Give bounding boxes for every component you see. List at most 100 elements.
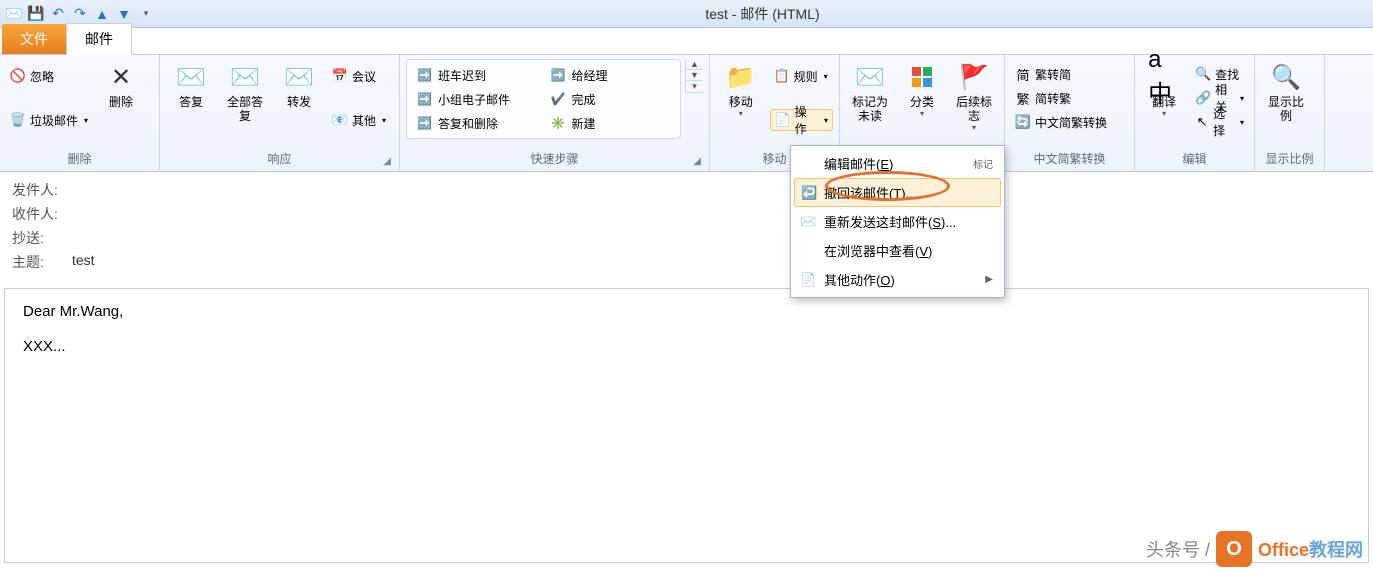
select-icon: ↖ <box>1195 114 1209 130</box>
forward-icon: ✉️ <box>283 61 315 93</box>
mail-forward-icon: ➡️ <box>551 68 566 82</box>
message-header: 发件人: 收件人: 抄送: 主题:test <box>0 172 1373 284</box>
qs-to-manager[interactable]: ➡️给经理 <box>545 64 677 86</box>
group-zoom-label: 显示比例 <box>1261 148 1318 169</box>
meeting-icon: 📅 <box>332 68 348 84</box>
translate-button[interactable]: a中翻译▾ <box>1141 59 1187 120</box>
qs-more-icon[interactable]: ▾ <box>686 81 703 93</box>
qs-down-icon[interactable]: ▼ <box>686 70 703 81</box>
tab-file[interactable]: 文件 <box>2 24 66 54</box>
delete-label: 删除 <box>109 95 133 109</box>
reply-button[interactable]: ✉️ 答复 <box>166 59 216 111</box>
meeting-label: 会议 <box>352 68 376 85</box>
to-label: 收件人: <box>12 204 72 224</box>
menu-edit-message[interactable]: 编辑邮件(E) 标记 <box>794 149 1001 178</box>
other-icon: 📧 <box>332 112 348 128</box>
group-zoom: 🔍显示比例 显示比例 <box>1255 55 1325 171</box>
recall-label: 撤回该邮件(T)... <box>824 183 916 202</box>
redo-icon[interactable]: ↷ <box>70 4 90 24</box>
menu-recall-message[interactable]: ↩️ 撤回该邮件(T)... <box>794 178 1001 207</box>
qs-reply-delete[interactable]: ➡️答复和删除 <box>411 112 543 134</box>
reply-label: 答复 <box>179 95 203 109</box>
simp-to-trad-button[interactable]: 繁简转繁 <box>1011 87 1111 109</box>
reply-all-button[interactable]: ✉️全部答复 <box>220 59 270 125</box>
actions-label: 操作 <box>795 103 818 137</box>
group-chinese-label: 中文简繁转换 <box>1011 148 1128 169</box>
trad-to-simp-button[interactable]: 简繁转简 <box>1011 63 1111 85</box>
qs-bus-late[interactable]: ➡️班车迟到 <box>411 64 543 86</box>
brand1: Office <box>1258 540 1309 560</box>
other-button[interactable]: 📧其他▾ <box>328 109 390 131</box>
qs-done[interactable]: ✔️完成 <box>545 88 677 110</box>
qs-team-email[interactable]: ➡️小组电子邮件 <box>411 88 543 110</box>
unread-button[interactable]: ✉️标记为 未读 <box>846 59 894 125</box>
other-actions-icon: 📄 <box>800 272 816 288</box>
tab-mail[interactable]: 邮件 <box>66 23 132 55</box>
forward-button[interactable]: ✉️转发 <box>274 59 324 111</box>
menu-other-actions[interactable]: 📄 其他动作(O) ▶ <box>794 265 1001 294</box>
rules-button[interactable]: 📋规则▾ <box>770 65 833 87</box>
group-respond: ✉️答复 ✉️全部答复 ✉️转发 📅会议 📧其他▾ 响应◢ <box>160 55 400 171</box>
view-browser-label: 在浏览器中查看(V) <box>824 241 932 260</box>
other-actions-label: 其他动作(O) <box>824 270 895 289</box>
body-greeting: Dear Mr.Wang, <box>23 303 1350 320</box>
resend-label: 重新发送这封邮件(S)... <box>824 212 956 231</box>
convert-icon: 🔄 <box>1015 114 1031 130</box>
group-chinese: 简繁转简 繁简转繁 🔄中文简繁转换 中文简繁转换 <box>1005 55 1135 171</box>
ignore-button[interactable]: 🚫忽略 <box>6 65 92 87</box>
other-label: 其他 <box>352 112 376 129</box>
prev-icon[interactable]: ▲ <box>92 4 112 24</box>
translate-icon: a中 <box>1148 61 1180 93</box>
flag-icon: 🚩 <box>958 61 990 93</box>
qs-new[interactable]: ✳️新建 <box>545 112 677 134</box>
delete-icon: ✕ <box>105 61 137 93</box>
menu-view-in-browser[interactable]: 在浏览器中查看(V) <box>794 236 1001 265</box>
qs-up-icon[interactable]: ▲ <box>686 59 703 70</box>
message-body: Dear Mr.Wang, XXX... <box>4 288 1369 563</box>
convert-button[interactable]: 🔄中文简繁转换 <box>1011 111 1111 133</box>
unread-icon: ✉️ <box>854 61 886 93</box>
trad-icon: 繁 <box>1015 90 1031 106</box>
delete-button[interactable]: ✕ 删除 <box>96 59 146 111</box>
ignore-label: 忽略 <box>30 68 54 85</box>
resend-icon: ✉️ <box>800 214 816 230</box>
related-icon: 🔗 <box>1195 90 1211 106</box>
edit-message-label: 编辑邮件(E) <box>824 154 893 173</box>
zoom-button[interactable]: 🔍显示比例 <box>1261 59 1311 125</box>
dialog-launcher-icon[interactable]: ◢ <box>693 156 701 167</box>
move-icon: 📁 <box>725 61 757 93</box>
from-label: 发件人: <box>12 180 72 200</box>
rules-icon: 📋 <box>774 68 790 84</box>
select-button[interactable]: ↖选择▾ <box>1191 111 1248 133</box>
next-icon[interactable]: ▼ <box>114 4 134 24</box>
context-label: 标记 <box>973 156 993 171</box>
junk-icon: 🗑️ <box>10 112 26 128</box>
categorize-button[interactable]: 分类▾ <box>898 59 946 120</box>
qat-dropdown-icon[interactable]: ▾ <box>136 4 156 24</box>
translate-label: 翻译 <box>1152 95 1176 109</box>
title-bar: ✉️ 💾 ↶ ↷ ▲ ▼ ▾ test - 邮件 (HTML) <box>0 0 1373 28</box>
followup-label: 后续标志 <box>952 95 996 123</box>
group-delete-label: 删除 <box>6 148 153 169</box>
followup-button[interactable]: 🚩后续标志▾ <box>950 59 998 134</box>
unread-label: 标记为 未读 <box>852 95 888 123</box>
reply-icon: ✉️ <box>175 61 207 93</box>
mail-icon: ✉️ <box>4 4 24 24</box>
junk-button[interactable]: 🗑️垃圾邮件▾ <box>6 109 92 131</box>
categorize-icon <box>906 61 938 93</box>
meeting-button[interactable]: 📅会议 <box>328 65 390 87</box>
zoom-label: 显示比例 <box>1263 95 1309 123</box>
quick-access-toolbar: ✉️ 💾 ↶ ↷ ▲ ▼ ▾ <box>4 4 156 24</box>
dialog-launcher-icon[interactable]: ◢ <box>383 156 391 167</box>
undo-icon[interactable]: ↶ <box>48 4 68 24</box>
group-edit-label: 编辑 <box>1141 148 1248 169</box>
actions-dropdown: 编辑邮件(E) 标记 ↩️ 撤回该邮件(T)... ✉️ 重新发送这封邮件(S)… <box>790 145 1005 298</box>
move-button[interactable]: 📁移动▾ <box>716 59 766 120</box>
categorize-label: 分类 <box>910 95 934 109</box>
simp-icon: 简 <box>1015 66 1031 82</box>
mail-forward-icon: ➡️ <box>417 68 432 82</box>
menu-resend-message[interactable]: ✉️ 重新发送这封邮件(S)... <box>794 207 1001 236</box>
actions-button[interactable]: 📄操作▾ <box>770 109 833 131</box>
save-icon[interactable]: 💾 <box>26 4 46 24</box>
logo-icon: O <box>1216 531 1252 567</box>
